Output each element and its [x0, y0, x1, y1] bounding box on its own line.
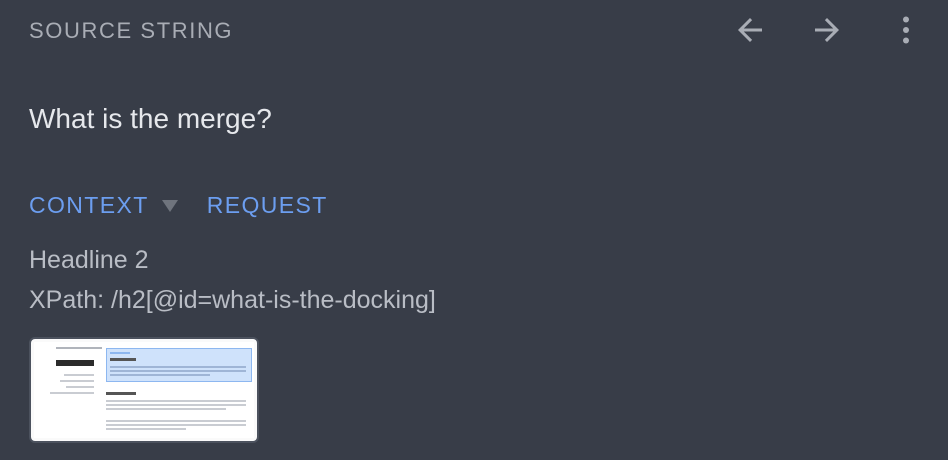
- thumb-text-line: [106, 400, 246, 402]
- thumb-text-line: [106, 404, 246, 406]
- source-string-panel: SOURCE STRING What is the merge? CONTEXT…: [0, 0, 948, 460]
- source-string-text: What is the merge?: [29, 103, 272, 134]
- more-options-button[interactable]: [886, 10, 926, 50]
- thumb-text-line: [106, 420, 246, 422]
- caret-down-icon: [161, 192, 179, 219]
- thumb-subheading: [106, 392, 136, 395]
- tab-context[interactable]: CONTEXT: [29, 192, 179, 219]
- forward-button[interactable]: [807, 10, 847, 50]
- thumb-text-line: [106, 424, 246, 426]
- thumb-toc-line: [64, 374, 94, 376]
- thumb-text-line: [106, 428, 186, 430]
- thumb-heading: [56, 360, 94, 366]
- arrow-right-icon: [815, 18, 839, 42]
- context-screenshot-thumbnail[interactable]: [29, 337, 259, 443]
- tab-request-label: REQUEST: [206, 192, 328, 218]
- thumb-toc-line: [60, 380, 94, 382]
- back-button[interactable]: [730, 10, 770, 50]
- context-element-type: Headline 2: [29, 246, 149, 274]
- thumb-toc-line: [50, 392, 94, 394]
- context-xpath: XPath: /h2[@id=what-is-the-docking]: [29, 286, 436, 314]
- tab-context-label: CONTEXT: [29, 192, 149, 218]
- context-tabs: CONTEXT REQUEST: [29, 192, 328, 219]
- tab-request[interactable]: REQUEST: [207, 192, 328, 219]
- thumb-highlight-box: [106, 348, 252, 382]
- arrow-left-icon: [738, 18, 762, 42]
- thumb-toc-line: [66, 386, 94, 388]
- more-vert-icon: [903, 16, 909, 44]
- thumb-text-line: [106, 408, 226, 410]
- panel-title: SOURCE STRING: [29, 18, 234, 43]
- thumb-nav-bar: [56, 347, 102, 349]
- screenshot-preview: [34, 342, 254, 438]
